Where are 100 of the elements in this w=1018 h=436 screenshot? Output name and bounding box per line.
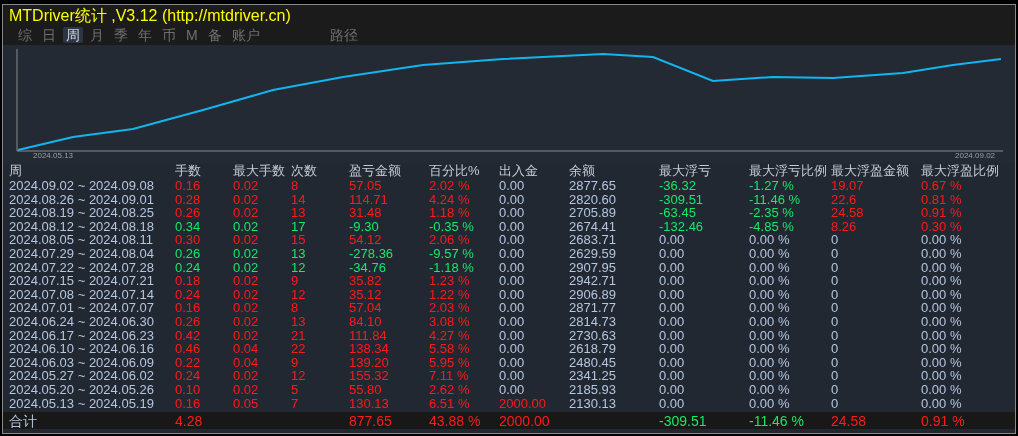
table-cell-text: 2000.00 [499,396,547,411]
table-cell-text: 5.95 % [429,355,471,370]
column-header: 百分比% [429,163,481,179]
table-cell-text: 0.67 % [921,179,963,193]
table-cell-text: 0.24 [175,369,202,383]
table-cell-text: 0.00 [499,355,526,370]
table-cell-text: 0.00 [499,179,526,193]
tab[interactable]: 币 [159,27,179,43]
table-cell-text: 0.00 % [749,382,791,397]
table-cell-text: 2820.60 [569,192,617,207]
table-cell-text: 0.00 % [921,382,963,397]
tab[interactable]: 周 [63,27,83,43]
table-cell-text: 0 [831,314,840,329]
column-header: 最大手数 [233,163,286,179]
column-header: 最大浮盈金额 [831,163,910,179]
total-cell-text: -11.46 % [749,412,805,429]
table-cell-text: 0.00 [499,382,526,397]
table-cell-text: 55.80 [349,382,383,397]
table-cell-text: 0.00 [499,260,526,275]
table-cell-text: 0.00 [499,233,526,247]
total-cell-text: 4.28 [175,412,204,429]
table-cell-text: 21 [291,328,307,343]
tab[interactable]: 月 [87,27,107,43]
window-title: MTDriver统计 ,V3.12 (http://mtdriver.cn) [3,5,1015,27]
table-cell-text: 2024.09.02 ~ 2024.09.08 [9,179,155,193]
table-cell-text: 2130.13 [569,396,617,411]
table-cell-text: -63.45 [659,206,697,220]
table-cell-text: 0.00 [659,301,686,315]
column-header: 盈亏金额 [349,163,402,179]
table-cell-text: 0.00 [499,369,526,383]
table-cell-text: 0.00 % [921,396,963,411]
table-cell-text: 31.48 [349,206,383,220]
table-cell-text: 0.04 [233,355,260,370]
table-cell-text: 0.00 % [749,287,791,302]
table-cell-text: 0 [831,301,840,315]
table-cell-text: 0.02 [233,192,260,207]
table-cell-text: 13 [291,206,307,220]
table-cell-text: 0.05 [233,396,260,411]
table-cell-text: 0.81 % [921,192,963,207]
table-cell-text: 0.18 [175,274,202,288]
tab[interactable]: M [183,27,201,43]
tab[interactable]: 路径 [326,27,361,43]
table-cell-text: 0 [831,328,840,343]
tab[interactable]: 日 [39,27,59,43]
table-cell-text: -1.18 % [429,260,475,275]
table-cell-text: 0 [831,233,840,247]
tab[interactable]: 账户 [228,27,263,43]
total-cell-text: 43.88 % [429,412,482,429]
table-cell-text: 0.00 [659,328,686,343]
tab[interactable]: 综 [15,27,35,43]
table-cell-text: 0.00 % [921,287,963,302]
table-cell-text: 0.00 % [749,355,791,370]
table-cell-text: 0 [831,355,840,370]
table-cell-text: 19.07 [831,179,865,193]
table-cell-text: 2.06 % [429,233,471,247]
table-cell-text: 0.42 [175,328,202,343]
table-cell-text: 0.16 [175,179,202,193]
table-cell-text: 0.04 [233,342,260,356]
table-cell-text: 6.51 % [429,396,471,411]
table-cell-text: 2024.06.03 ~ 2024.06.09 [9,355,155,370]
table-cell-text: 4.27 % [429,328,471,343]
table-cell-text: -309.51 [659,192,705,207]
table-cell-text: 0.02 [233,328,260,343]
table-cell-text: 8 [291,179,300,193]
table-cell-text: 2629.59 [569,246,617,261]
table-cell-text: 13 [291,314,307,329]
table-cell-text: 57.05 [349,179,383,193]
table-cell-text: 2705.89 [569,206,617,220]
table-cell-text: 0.30 % [921,219,963,234]
table-cell-text: 0 [831,382,840,397]
table-cell-text: 0.16 [175,301,202,315]
table-cell-text: 2480.45 [569,355,617,370]
column-header: 出入金 [499,163,539,179]
total-cell-text: 合计 [9,412,38,429]
table-cell-text: 0.00 % [921,233,963,247]
table-cell-text: 0.00 [659,342,686,356]
table-cell-text: 155.32 [349,369,390,383]
tab[interactable]: 备 [204,27,225,43]
column-header: 余额 [569,163,596,179]
table-cell-text: 138.34 [349,342,390,356]
table-cell-text: 2024.08.05 ~ 2024.08.11 [9,233,154,247]
tab[interactable]: 年 [135,27,155,43]
table-cell-text: 1.22 % [429,287,471,302]
table-cell-text: 2.02 % [429,179,471,193]
total-cell-text: 0.91 % [921,412,966,429]
table-cell-text: 8 [291,301,300,315]
column-header: 最大浮亏比例 [749,163,828,179]
table-cell-text: -132.46 [659,219,705,234]
tab[interactable]: 季 [111,27,131,43]
table-cell-text: 2024.05.27 ~ 2024.06.02 [9,369,155,383]
table-cell-text: 2730.63 [569,328,617,343]
table-cell-text: 15 [291,233,307,247]
table-cell-text: 2024.07.01 ~ 2024.07.07 [9,301,155,315]
table-cell-text: 22.6 [831,192,858,207]
table-cell-text: 57.04 [349,301,383,315]
table-cell-text: 2024.08.12 ~ 2024.08.18 [9,219,155,234]
table-cell-text: 0.00 [659,260,686,275]
total-cell-text: 24.58 [831,412,868,429]
table-cell-text: 35.12 [349,287,383,302]
table-cell-text: 2024.08.19 ~ 2024.08.25 [9,206,155,220]
